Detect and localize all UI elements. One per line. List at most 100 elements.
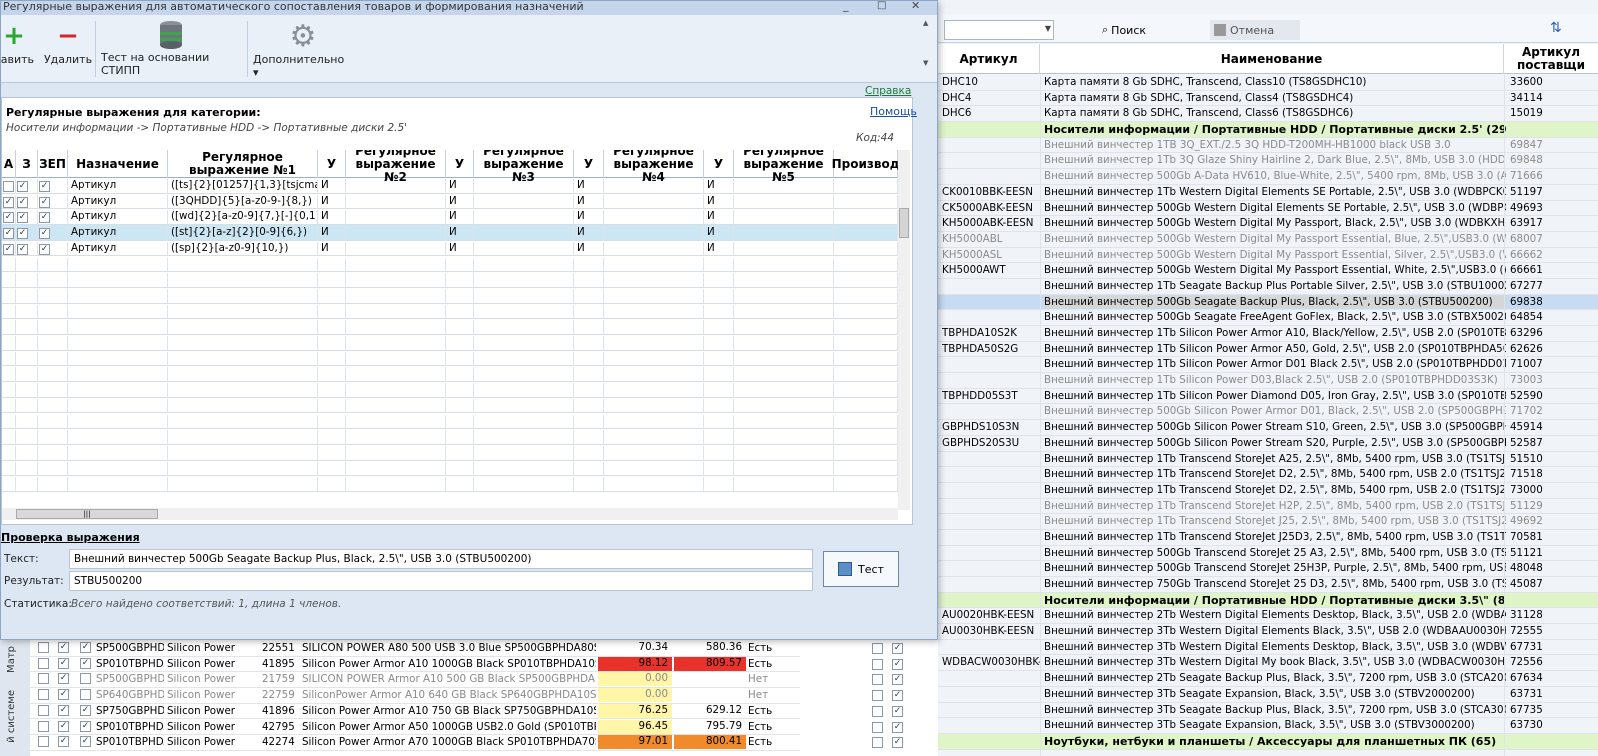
- regex-row[interactable]: [2, 382, 898, 398]
- table-row[interactable]: GBPHDS20S3U Внешний винчестер 500Gb Silic…: [938, 436, 1598, 452]
- checkbox-cell[interactable]: ✓: [2, 226, 16, 241]
- regex-checkbox[interactable]: ✓: [17, 196, 28, 208]
- regex-cell[interactable]: ([3QHDD]{5}[a-z0-9-]{8,}): [168, 194, 318, 210]
- operator-cell[interactable]: И: [318, 194, 346, 210]
- row-checkbox[interactable]: ✓: [892, 674, 903, 686]
- regex-row[interactable]: ✓ ✓ ✓ Артикул ([st]{2}[a-z]{2}[0-9]{6,}) И И И И: [2, 225, 898, 241]
- empty-cell[interactable]: [834, 241, 898, 257]
- purpose-cell[interactable]: Артикул: [68, 194, 168, 210]
- close-icon[interactable]: ✕: [911, 0, 920, 12]
- regex-row[interactable]: [2, 272, 898, 288]
- table-row[interactable]: Внешний винчестер 3Tb Seagate Expansion,…: [938, 718, 1598, 734]
- regex-row[interactable]: [2, 366, 898, 383]
- empty-cell[interactable]: [346, 179, 446, 194]
- row-checkbox[interactable]: [872, 658, 883, 670]
- operator-cell[interactable]: И: [446, 179, 474, 194]
- row-checkbox[interactable]: [80, 673, 91, 685]
- operator-cell[interactable]: И: [574, 226, 604, 241]
- regex-row[interactable]: [2, 288, 898, 304]
- table-row[interactable]: DHC4 Карта памяти 8 Gb SDHC, Transcend, C…: [938, 91, 1598, 107]
- refresh-icon[interactable]: ⇅: [1550, 20, 1562, 36]
- empty-cell[interactable]: [346, 226, 446, 241]
- row-checkbox[interactable]: [38, 642, 49, 653]
- column-header-name[interactable]: Наименование: [1040, 44, 1504, 74]
- test-stipp-button[interactable]: Тест на основании СТИПП: [101, 19, 241, 77]
- row-checkbox[interactable]: ✓: [892, 658, 903, 670]
- empty-cell[interactable]: [734, 179, 834, 194]
- side-tab-matrix[interactable]: Матр: [6, 646, 17, 673]
- row-checkbox[interactable]: ✓: [58, 657, 69, 669]
- row-checkbox[interactable]: [872, 721, 883, 733]
- table-row[interactable]: Внешний винчестер 2Tb Seagate Backup Plu…: [938, 671, 1598, 687]
- empty-cell[interactable]: [346, 194, 446, 210]
- row-checkbox[interactable]: ✓: [892, 737, 903, 749]
- table-row[interactable]: Внешний винчестер 3Tb Western Digital El…: [938, 640, 1598, 656]
- grid-column-header[interactable]: У: [574, 150, 604, 178]
- grid-column-header[interactable]: Регулярное выражение №1: [168, 150, 318, 178]
- test-result-input[interactable]: STBU500200: [69, 571, 813, 591]
- table-row[interactable]: ✓ SP640GBPHDASilicon Power 22759 SiliconPow…: [0, 688, 800, 704]
- operator-cell[interactable]: И: [446, 241, 474, 257]
- operator-cell[interactable]: И: [704, 179, 734, 194]
- table-row[interactable]: ✓ SP500GBPHDASilicon Power 21759 SILICON PO…: [0, 672, 800, 689]
- test-button[interactable]: Тест: [823, 551, 899, 587]
- empty-cell[interactable]: [474, 194, 574, 210]
- grid-column-header[interactable]: ЗЕП: [38, 150, 68, 178]
- operator-cell[interactable]: И: [318, 210, 346, 226]
- table-row[interactable]: ✓ ✓ SP010TBPHDA Silicon Power 42795 Silicon P…: [0, 719, 800, 736]
- table-row[interactable]: Внешний винчестер 1Tb Silicon Power D03,…: [938, 373, 1598, 389]
- table-row[interactable]: WDBACW0030HBK-EESN Внешний винчестер 3Tb …: [938, 655, 1598, 672]
- table-row[interactable]: Внешний винчестер 500Gb Seagate Backup P…: [938, 294, 1598, 311]
- grid-column-header[interactable]: Производ: [832, 150, 898, 178]
- row-checkbox[interactable]: [38, 704, 49, 716]
- empty-cell[interactable]: [834, 179, 898, 194]
- table-row[interactable]: KH5000ABL Внешний винчестер 500Gb Western…: [938, 232, 1598, 248]
- empty-cell[interactable]: [834, 226, 898, 241]
- empty-cell[interactable]: [346, 241, 446, 257]
- row-checkbox[interactable]: ✓: [80, 704, 91, 716]
- operator-cell[interactable]: И: [446, 226, 474, 241]
- checkbox-cell[interactable]: ✓: [2, 210, 16, 226]
- table-row[interactable]: Внешний винчестер 500Gb Silicon Power Ar…: [938, 404, 1598, 421]
- operator-cell[interactable]: И: [704, 210, 734, 226]
- regex-cell[interactable]: ([st]{2}[a-z]{2}[0-9]{6,}): [168, 226, 318, 241]
- group-row[interactable]: Носители информации / Портативные HDD / …: [938, 122, 1598, 138]
- column-header-supplier-article[interactable]: Артикул поставщи: [1504, 44, 1598, 74]
- table-row[interactable]: ✓ ✓ SP500GBPHDASilicon Power 22551 SILICON P…: [0, 641, 800, 657]
- operator-cell[interactable]: И: [318, 226, 346, 241]
- table-row[interactable]: Внешний винчестер 500Gb A-Data HV610, Bl…: [938, 169, 1598, 185]
- checkbox-cell[interactable]: ✓: [16, 241, 38, 257]
- regex-checkbox[interactable]: ✓: [39, 243, 50, 255]
- grid-column-header[interactable]: Регулярное выражение №3: [474, 150, 574, 183]
- regex-row[interactable]: [2, 319, 898, 335]
- help2-link[interactable]: Помощь: [870, 105, 917, 118]
- row-checkbox[interactable]: ✓: [80, 642, 91, 653]
- row-checkbox[interactable]: [872, 643, 883, 654]
- empty-cell[interactable]: [474, 241, 574, 257]
- table-row[interactable]: ✓ ✓ SP010TBPHDA Silicon Power 42274 Silicon P…: [0, 735, 800, 751]
- row-checkbox[interactable]: ✓: [80, 720, 91, 732]
- grid-column-header[interactable]: У: [446, 150, 474, 178]
- table-row[interactable]: KH5000ABK-EESN Внешний винчестер 500Gb We…: [938, 216, 1598, 232]
- purpose-cell[interactable]: Артикул: [68, 179, 168, 194]
- table-row[interactable]: Внешний винчестер 1Tb Transcend StoreJet…: [938, 467, 1598, 483]
- empty-cell[interactable]: [734, 210, 834, 226]
- table-row[interactable]: Внешний винчестер 500Gb Transcend StoreJ…: [938, 546, 1598, 562]
- regex-row[interactable]: [2, 398, 898, 414]
- group-row[interactable]: Носители информации / Портативные HDD / …: [938, 592, 1598, 609]
- grid-column-header[interactable]: Регулярное выражение №5: [734, 150, 834, 183]
- table-row[interactable]: Внешний винчестер 3Tb Seagate Expansion,…: [938, 687, 1598, 703]
- table-row[interactable]: CK5000ABK-EESN Внешний винчестер 500Gb We…: [938, 201, 1598, 217]
- bg-filter-combo[interactable]: ▼: [944, 20, 1054, 40]
- table-row[interactable]: ✓ ✓ SP010TBPHDA Silicon Power 41895 Silicon P…: [0, 656, 800, 673]
- table-row[interactable]: Внешний винчестер 1Tb Transcend StoreJet…: [938, 483, 1598, 499]
- regex-checkbox[interactable]: ✓: [17, 181, 28, 192]
- checkbox-cell[interactable]: ✓: [38, 241, 68, 257]
- empty-cell[interactable]: [604, 241, 704, 257]
- bg-cancel-button[interactable]: Отмена: [1210, 20, 1300, 40]
- regex-checkbox[interactable]: ✓: [3, 196, 14, 208]
- checkbox-cell[interactable]: ✓: [2, 241, 16, 257]
- row-checkbox[interactable]: ✓: [58, 736, 69, 748]
- checkbox-cell[interactable]: ✓: [16, 194, 38, 210]
- grid-column-header[interactable]: А: [2, 150, 16, 178]
